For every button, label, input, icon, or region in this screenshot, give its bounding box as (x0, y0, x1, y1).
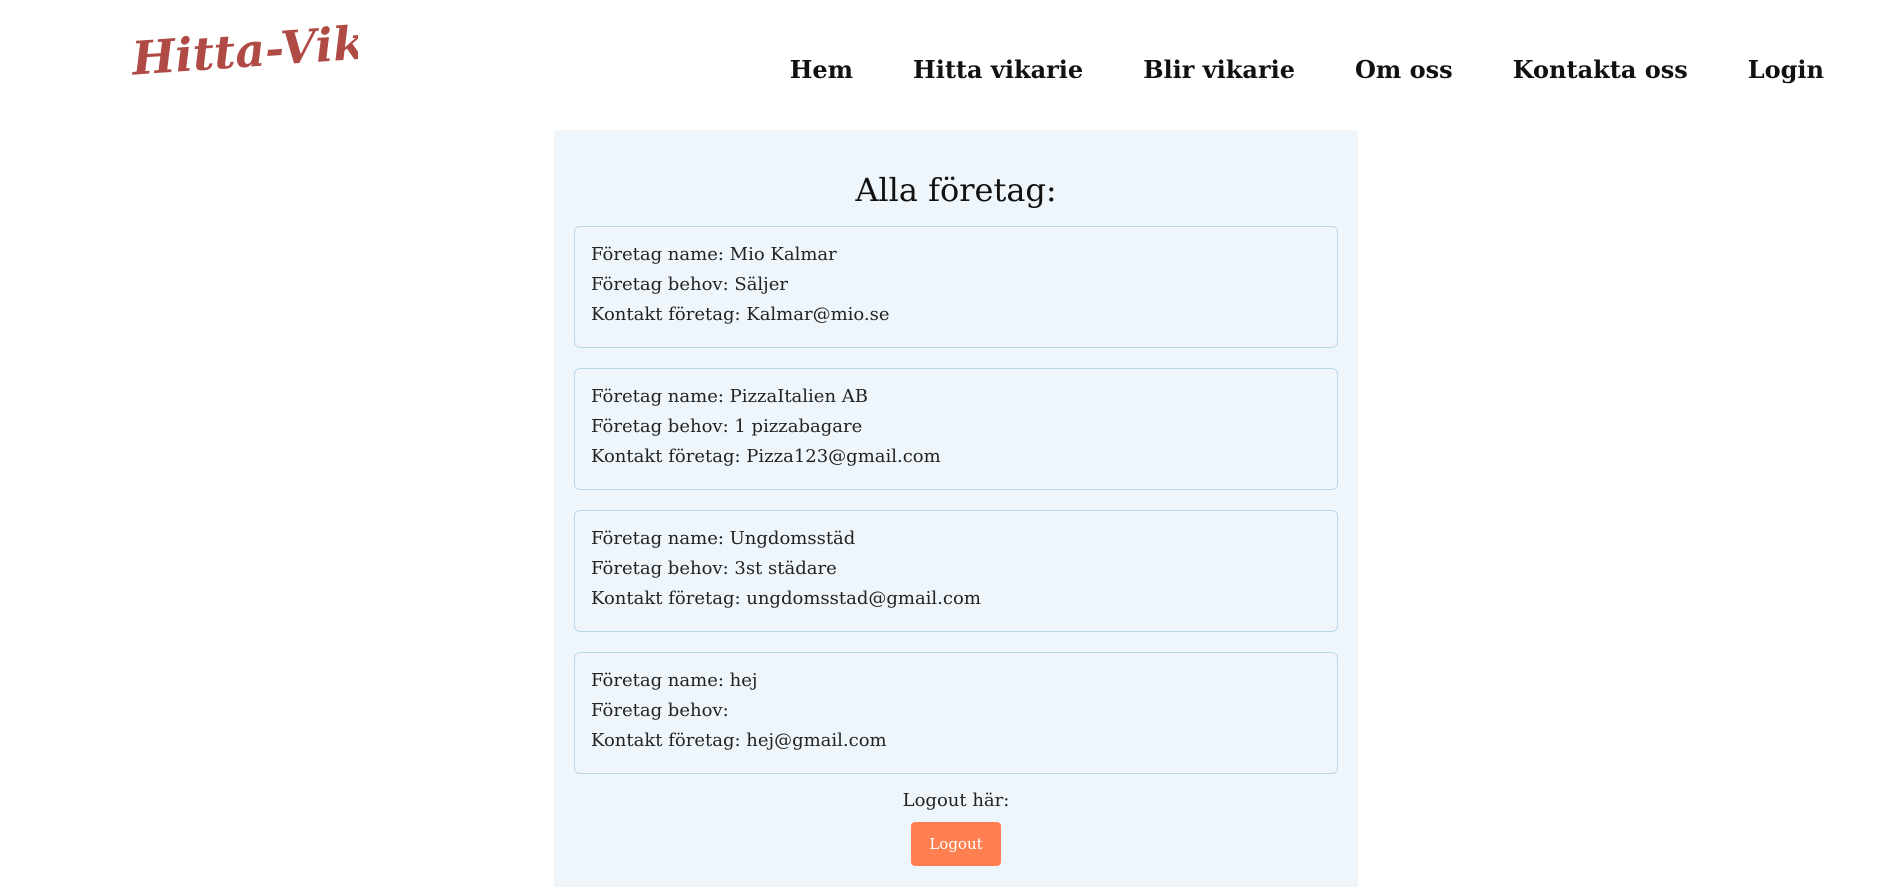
company-need: Företag behov: (591, 700, 729, 721)
company-card: Företag name: Ungdomsstäd Företag behov:… (574, 510, 1338, 632)
main-nav: Hem Hitta vikarie Blir vikarie Om oss Ko… (790, 55, 1824, 84)
nav-item-hitta-vikarie[interactable]: Hitta vikarie (913, 55, 1083, 84)
company-need: Företag behov: Säljer (591, 274, 789, 295)
site-logo[interactable]: Hitta-Vikarie (128, 6, 358, 96)
logout-label: Logout här: (902, 790, 1010, 811)
company-contact: Kontakt företag: Pizza123@gmail.com (591, 446, 941, 467)
company-card: Företag name: PizzaItalien AB Företag be… (574, 368, 1338, 490)
company-name: Företag name: hej (591, 670, 758, 691)
page-title: Alla företag: (855, 171, 1057, 209)
logout-button[interactable]: Logout (911, 822, 1001, 866)
nav-item-login[interactable]: Login (1748, 55, 1824, 84)
company-contact: Kontakt företag: Kalmar@mio.se (591, 304, 890, 325)
nav-item-kontakta-oss[interactable]: Kontakta oss (1513, 55, 1688, 84)
company-card: Företag name: Mio Kalmar Företag behov: … (574, 226, 1338, 348)
company-contact: Kontakt företag: hej@gmail.com (591, 730, 887, 751)
company-contact: Kontakt företag: ungdomsstad@gmail.com (591, 588, 981, 609)
logo-image: Hitta-Vikarie (128, 8, 358, 85)
company-name: Företag name: PizzaItalien AB (591, 386, 868, 407)
nav-item-hem[interactable]: Hem (790, 55, 853, 84)
logout-section: Logout här: Logout (554, 790, 1358, 866)
site-header: Hitta-Vikarie Hem Hitta vikarie Blir vik… (0, 0, 1897, 125)
company-name: Företag name: Mio Kalmar (591, 244, 837, 265)
nav-item-blir-vikarie[interactable]: Blir vikarie (1143, 55, 1295, 84)
company-list: Företag name: Mio Kalmar Företag behov: … (574, 226, 1338, 794)
company-card: Företag name: hej Företag behov: Kontakt… (574, 652, 1338, 774)
svg-text:Hitta-Vikarie: Hitta-Vikarie (128, 8, 358, 85)
company-need: Företag behov: 3st städare (591, 558, 837, 579)
nav-item-om-oss[interactable]: Om oss (1355, 55, 1453, 84)
company-need: Företag behov: 1 pizzabagare (591, 416, 863, 437)
company-name: Företag name: Ungdomsstäd (591, 528, 856, 549)
companies-panel: Alla företag: Företag name: Mio Kalmar F… (554, 130, 1358, 887)
